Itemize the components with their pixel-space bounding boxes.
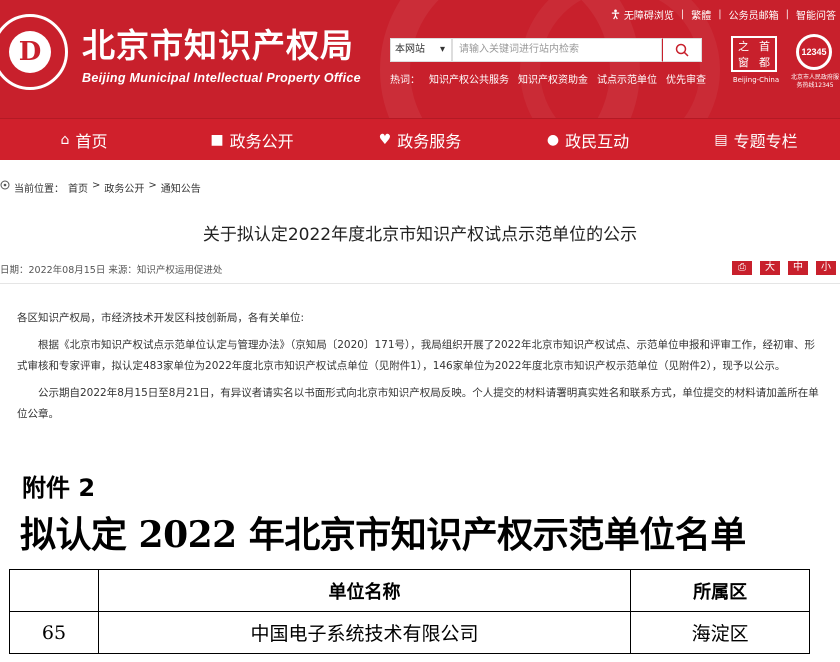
font-size-medium[interactable]: 中 <box>788 261 808 275</box>
hotword-link[interactable]: 试点示范单位 <box>597 75 657 86</box>
main-nav: ⌂ 首页 ■ 政务公开 ♥ 政务服务 ● 政民互动 ▤ 专题专栏 <box>0 118 840 160</box>
nav-item-special-topics[interactable]: ▤ 专题专栏 <box>672 119 840 160</box>
search-icon <box>675 43 689 57</box>
column-header: 所属区 <box>630 569 810 612</box>
nav-label: 政民互动 <box>565 131 630 151</box>
article-title: 关于拟认定2022年度北京市知识产权试点示范单位的公示 <box>202 225 638 245</box>
seal-char: 首 <box>759 40 770 53</box>
search-scope-value: 本网站 <box>395 44 425 55</box>
hotword-link[interactable]: 知识产权资助金 <box>518 75 588 86</box>
divider: | <box>718 9 722 20</box>
units-table: 单位名称 所属区 65 中国电子系统技术有限公司 海淀区 <box>9 569 810 654</box>
hotwords-label: 热词： <box>390 75 420 86</box>
article-tools: ⎙ 大 中 小 <box>732 261 836 275</box>
district: 海淀区 <box>630 611 810 654</box>
hand-icon: ♥ <box>378 131 392 148</box>
nav-item-interaction[interactable]: ● 政民互动 <box>504 119 672 160</box>
accessibility-icon <box>611 9 620 20</box>
attachment-title: 拟认定 2022 年北京市知识产权示范单位名单 <box>20 514 746 556</box>
breadcrumb-sep: > <box>148 180 157 191</box>
hotline-12345-logo[interactable]: 12345 <box>796 34 832 70</box>
nav-label: 专题专栏 <box>733 131 798 151</box>
chevron-down-icon: ▾ <box>439 44 445 55</box>
table-row: 65 中国电子系统技术有限公司 海淀区 <box>9 611 810 654</box>
breadcrumb-home[interactable]: 首页 <box>68 180 88 195</box>
search-input[interactable]: 请输入关键词进行站内检索 <box>452 38 662 62</box>
divider: | <box>785 9 789 20</box>
accessibility-label: 无障碍浏览 <box>623 11 674 22</box>
breadcrumb-notices[interactable]: 通知公告 <box>161 180 201 195</box>
nav-label: 政务公开 <box>229 131 294 151</box>
document-icon: ▤ <box>714 131 728 148</box>
site-title[interactable]: 北京市知识产权局 <box>82 26 354 66</box>
capital-window-logo[interactable]: 之 首 窗 都 <box>731 36 777 72</box>
seal-char: 都 <box>759 56 770 69</box>
paragraph: 公示期自2022年8月15日至8月21日，有异议者请实名以书面形式向北京市知识产… <box>17 387 819 420</box>
seal-char: 之 <box>738 40 749 53</box>
breadcrumb-sep: > <box>92 180 101 191</box>
nav-label: 政务服务 <box>397 131 462 151</box>
hotword-link[interactable]: 知识产权公共服务 <box>429 75 509 86</box>
nav-label: 首页 <box>75 131 108 151</box>
font-size-large[interactable]: 大 <box>760 261 780 275</box>
seal-char: 窗 <box>738 56 749 69</box>
home-icon: ⌂ <box>60 131 70 148</box>
site-header: D 北京市知识产权局 Beijing Municipal Intellectua… <box>0 0 840 118</box>
salutation: 各区知识产权局，市经济技术开发区科技创新局，各有关单位: <box>17 312 305 324</box>
site-subtitle: Beijing Municipal Intellectual Property … <box>82 71 361 85</box>
font-size-small[interactable]: 小 <box>816 261 836 275</box>
search-button[interactable] <box>662 38 702 62</box>
site-logo-emblem[interactable]: D <box>0 14 68 90</box>
hotline-caption: 北京市人民政府服务热线12345 <box>790 74 839 89</box>
chat-icon: ● <box>546 131 560 148</box>
article-meta: 日期：2022年08月15日 来源：知识产权运用促进处 <box>0 265 223 276</box>
breadcrumb: 当前位置： 首页 > 政务公开 > 通知公告 <box>0 180 201 195</box>
smart-qa-link[interactable]: 智能问答 <box>796 7 836 22</box>
accessibility-link[interactable]: 无障碍浏览 <box>610 7 674 22</box>
attachment-label: 附件 2 <box>22 474 96 502</box>
unit-name: 中国电子系统技术有限公司 <box>97 611 632 654</box>
row-number: 65 <box>9 611 99 654</box>
table-header-row: 单位名称 所属区 <box>9 569 810 612</box>
paragraph: 根据《北京市知识产权试点示范单位认定与管理办法》（京知局〔2020〕171号），… <box>17 339 815 372</box>
staff-mail-link[interactable]: 公务员邮箱 <box>729 7 779 22</box>
breadcrumb-gov[interactable]: 政务公开 <box>104 180 144 195</box>
hotword-link[interactable]: 优先审查 <box>666 75 706 86</box>
divider: | <box>680 9 685 20</box>
nav-item-government-services[interactable]: ♥ 政务服务 <box>336 119 504 160</box>
location-icon <box>0 180 10 190</box>
briefcase-icon: ■ <box>210 131 224 148</box>
column-header: 单位名称 <box>97 569 632 612</box>
article-body: 各区知识产权局，市经济技术开发区科技创新局，各有关单位: 根据《北京市知识产权试… <box>17 308 825 431</box>
breadcrumb-label: 当前位置： <box>14 184 64 195</box>
divider <box>0 283 840 284</box>
traditional-chinese-link[interactable]: 繁體 <box>691 7 711 22</box>
column-header <box>9 569 99 612</box>
nav-item-government-affairs[interactable]: ■ 政务公开 <box>168 119 336 160</box>
seal-caption: Beijing-China <box>732 76 780 84</box>
print-icon[interactable]: ⎙ <box>732 261 752 275</box>
top-links: 无障碍浏览 | 繁體 | 公务员邮箱 | 智能问答 <box>610 7 836 22</box>
nav-item-home[interactable]: ⌂ 首页 <box>0 119 168 160</box>
hot-words: 热词： 知识产权公共服务 知识产权资助金 试点示范单位 优先审查 <box>390 71 715 86</box>
logo-letter: D <box>9 31 51 73</box>
search-scope-select[interactable]: 本网站 ▾ <box>390 38 452 62</box>
